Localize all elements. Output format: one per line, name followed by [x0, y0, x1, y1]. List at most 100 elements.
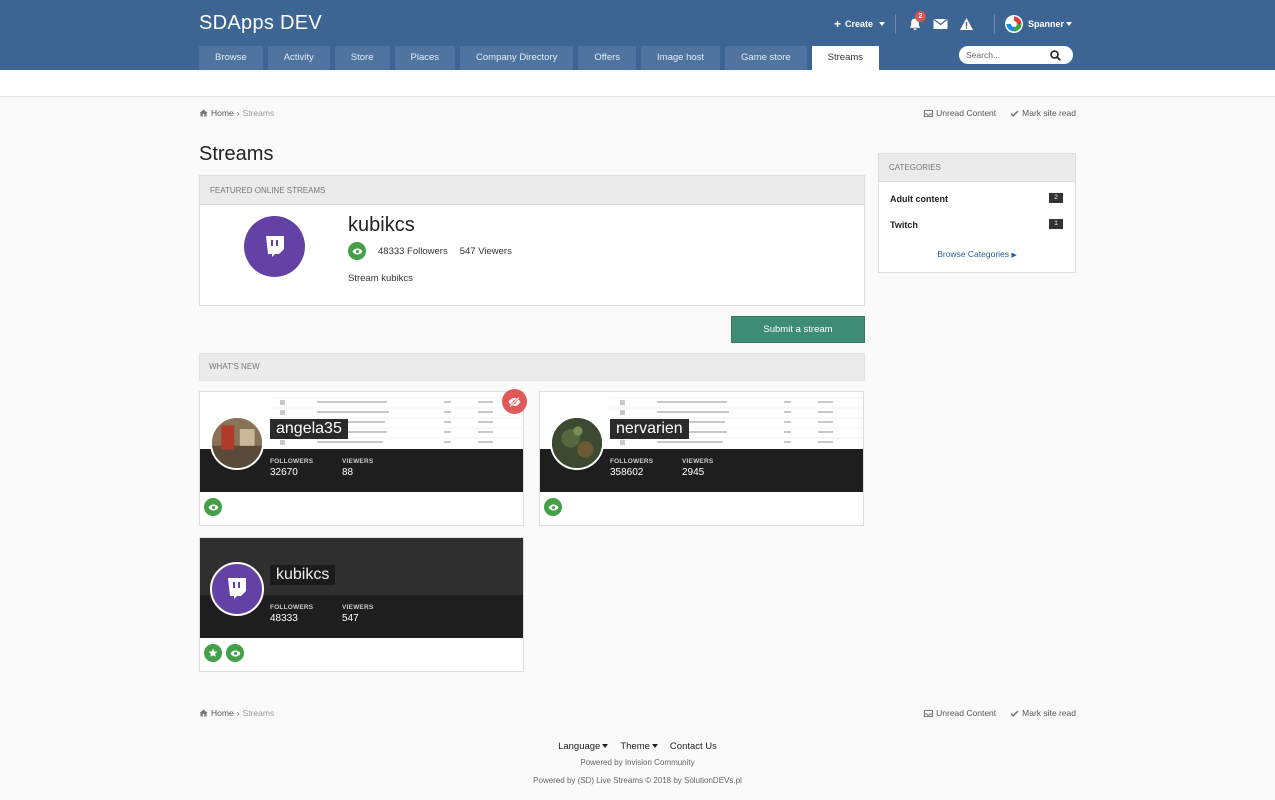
powered-by-streams[interactable]: Powered by (SD) Live Streams © 2018 by S… [0, 776, 1275, 785]
stat-value: 48333 [270, 613, 298, 624]
search-input[interactable] [966, 50, 1050, 60]
theme-menu[interactable]: Theme [620, 741, 658, 752]
caret-down-icon[interactable] [1066, 22, 1072, 26]
followers-stat: FOLLOWERS 48333 [270, 604, 313, 624]
featured-followers: 48333 Followers [378, 245, 448, 257]
search-box [959, 46, 1073, 64]
stream-avatar-image [552, 418, 602, 468]
mark-site-read-link[interactable]: Mark site read [1010, 108, 1076, 118]
breadcrumb-actions: Unread Content Mark site read [924, 108, 1076, 118]
featured-stream-name[interactable]: kubikcs [348, 214, 415, 237]
stream-card[interactable]: nervarien FOLLOWERS 358602 VIEWERS 2945 [539, 391, 864, 526]
stream-card-footer [204, 644, 244, 662]
avatar [210, 562, 264, 616]
stream-name[interactable]: angela35 [270, 419, 348, 439]
tab-image-host[interactable]: Image host [641, 46, 721, 70]
breadcrumb-actions: Unread Content Mark site read [924, 708, 1076, 718]
theme-label: Theme [620, 741, 650, 752]
breadcrumb-top: Home › Streams Unread Content Mark site … [199, 107, 1076, 119]
reports-button[interactable] [958, 15, 976, 33]
offline-badge [502, 389, 527, 414]
create-label: Create [844, 19, 873, 29]
breadcrumb-home[interactable]: Home [211, 108, 234, 118]
stat-label: FOLLOWERS [610, 458, 654, 465]
mark-site-read-link[interactable]: Mark site read [1010, 708, 1076, 718]
tab-activity[interactable]: Activity [267, 46, 330, 70]
check-icon [1010, 709, 1019, 717]
stream-card[interactable]: kubikcs FOLLOWERS 48333 VIEWERS 547 [199, 537, 524, 672]
breadcrumb-current: Streams [242, 708, 275, 718]
unread-content-label: Unread Content [936, 708, 997, 718]
envelope-icon [933, 19, 948, 29]
stat-value: 32670 [270, 467, 298, 478]
stream-card-footer [544, 498, 562, 516]
featured-stream-avatar[interactable] [244, 216, 305, 277]
stat-label: VIEWERS [682, 458, 714, 465]
submit-stream-button[interactable]: Submit a stream [731, 316, 865, 343]
footer-links: Language Theme Contact Us [0, 741, 1275, 752]
mark-site-read-label: Mark site read [1022, 708, 1076, 718]
eye-slash-icon [508, 396, 521, 407]
featured-description: Stream kubikcs [348, 273, 413, 284]
stat-label: FOLLOWERS [270, 458, 314, 465]
breadcrumb: Home › Streams [199, 708, 274, 718]
messages-button[interactable] [932, 15, 950, 33]
warning-icon [960, 18, 974, 30]
tab-store[interactable]: Store [334, 46, 390, 70]
language-menu[interactable]: Language [558, 741, 609, 752]
category-twitch[interactable]: Twitch [890, 220, 918, 230]
eye-icon [352, 248, 362, 254]
caret-down-icon [602, 744, 609, 749]
unread-content-link[interactable]: Unread Content [924, 108, 996, 118]
viewers-stat: VIEWERS 88 [342, 458, 373, 478]
tab-browse[interactable]: Browse [199, 46, 263, 70]
language-label: Language [558, 741, 601, 752]
avatar-icon [1006, 16, 1022, 32]
online-indicator [204, 498, 222, 516]
username[interactable]: Spanner [1028, 19, 1064, 29]
divider [993, 14, 995, 34]
create-menu[interactable]: + Create [834, 17, 885, 31]
featured-badge [204, 644, 222, 662]
site-title[interactable]: SDApps DEV [199, 12, 322, 35]
tab-streams[interactable]: Streams [811, 46, 880, 70]
notification-count-badge: 2 [914, 11, 926, 22]
stat-value: 358602 [610, 467, 644, 478]
star-icon [208, 648, 218, 657]
twitch-icon [228, 578, 246, 599]
user-bar: + Create 2 Spanner [834, 11, 1072, 35]
online-indicator [544, 498, 562, 516]
category-count-badge: 2 [1049, 193, 1063, 203]
home-icon [199, 709, 208, 717]
tab-company-directory[interactable]: Company Directory [460, 46, 574, 70]
contact-us-link[interactable]: Contact Us [670, 741, 717, 752]
stream-name[interactable]: nervarien [610, 419, 689, 439]
tab-game-store[interactable]: Game store [725, 46, 807, 70]
featured-viewers: 547 Viewers [459, 245, 512, 257]
powered-by-invision[interactable]: Powered by Invision Community [0, 758, 1275, 767]
twitch-icon [265, 235, 284, 257]
unread-content-link[interactable]: Unread Content [924, 708, 996, 718]
featured-stream-stats: 48333 Followers 547 Viewers [348, 242, 512, 260]
subnav-strip [0, 70, 1275, 97]
browse-categories-link[interactable]: Browse Categories ▶ [879, 249, 1075, 259]
stream-avatar-image [212, 418, 262, 468]
search-icon[interactable] [1050, 49, 1061, 61]
user-avatar[interactable] [1004, 15, 1023, 33]
tab-offers[interactable]: Offers [578, 46, 637, 70]
caret-down-icon [651, 744, 658, 749]
category-adult-content[interactable]: Adult content [890, 194, 948, 204]
whats-new-heading: What's New [199, 353, 865, 381]
stream-card[interactable]: angela35 FOLLOWERS 32670 VIEWERS 88 [199, 389, 527, 526]
stat-value: 88 [342, 467, 354, 478]
unread-content-label: Unread Content [936, 108, 997, 118]
featured-streams-panel: Featured Online Streams kubikcs 48333 Fo… [199, 175, 865, 306]
stream-name[interactable]: kubikcs [270, 565, 336, 585]
breadcrumb-home[interactable]: Home [211, 708, 234, 718]
notifications-button[interactable]: 2 [906, 11, 926, 33]
chevron-right-icon: › [236, 708, 240, 718]
featured-heading: Featured Online Streams [200, 176, 864, 205]
avatar [210, 416, 264, 470]
stat-value: 547 [342, 613, 359, 624]
tab-places[interactable]: Places [394, 46, 456, 70]
